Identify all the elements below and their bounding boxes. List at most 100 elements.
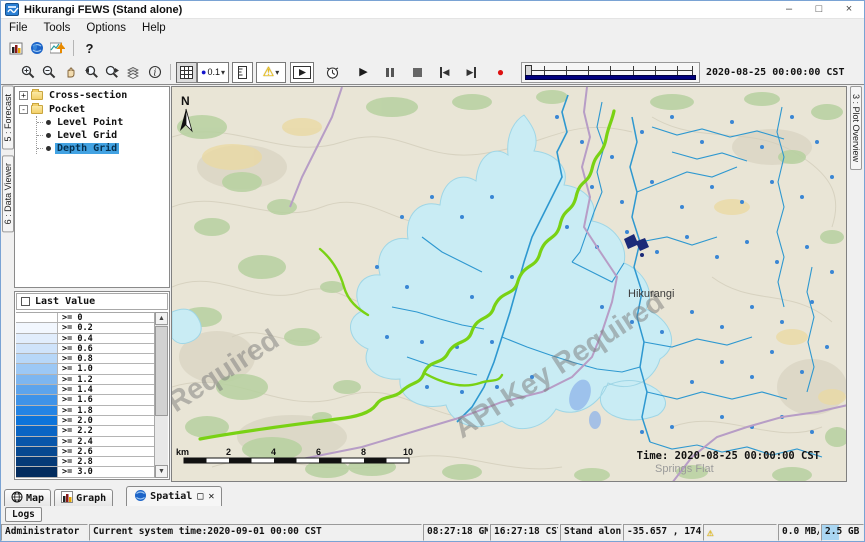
globe-wire-icon	[11, 491, 23, 506]
tab-plot-overview[interactable]: 3 : Plot Overview	[850, 86, 862, 170]
legend-scrollbar[interactable]: ▲ ▼	[154, 312, 168, 478]
menu-tools[interactable]: Tools	[36, 21, 79, 35]
timeline-availability-bar	[525, 75, 696, 80]
left-dock-strip: 5 : Forecast 6 : Data Viewer	[1, 86, 14, 524]
record-icon[interactable]: ●	[490, 62, 511, 83]
status-system-time: Current system time:2020-09-01 00:00 CST	[89, 524, 422, 541]
legend-row: >= 2.0	[16, 416, 154, 426]
tree-node-level-grid[interactable]: Level Grid	[37, 129, 169, 141]
zoom-in-icon[interactable]	[18, 62, 39, 83]
threshold-dropdown[interactable]: ● 0.1 ▾	[197, 62, 229, 83]
legend-row: >= 3.0	[16, 467, 154, 477]
legend-row: >= 1.4	[16, 385, 154, 395]
svg-text:i: i	[153, 68, 156, 78]
animation-player-icon[interactable]	[290, 62, 314, 83]
close-pane-icon[interactable]: ✕	[208, 491, 214, 502]
app-icon	[5, 3, 19, 16]
info-icon[interactable]: i	[144, 62, 165, 83]
collapse-icon[interactable]: -	[19, 105, 28, 114]
skip-to-start-icon[interactable]: ◀	[434, 62, 455, 83]
layer-tree: + Cross-section - Pocket Level Point Lev…	[14, 86, 170, 288]
scroll-down-icon[interactable]: ▼	[155, 465, 168, 478]
logs-panel-button[interactable]: Logs	[5, 507, 42, 522]
legend-row: >= 0.2	[16, 323, 154, 333]
tree-label[interactable]: Cross-section	[47, 90, 129, 101]
tab-graph[interactable]: Graph	[54, 489, 113, 506]
layers-icon[interactable]	[123, 62, 144, 83]
legend-swatch	[16, 416, 58, 425]
legend-ruler-icon[interactable]	[232, 62, 253, 83]
warning-dropdown[interactable]: ⚠ ▾	[256, 62, 286, 83]
zoom-out-icon[interactable]	[39, 62, 60, 83]
tree-node-pocket[interactable]: - Pocket	[15, 103, 169, 115]
zoom-previous-icon[interactable]	[81, 62, 102, 83]
map-toolbar: i ● 0.1 ▾ ⚠ ▾ ▶ ◀ ▶ ●	[1, 60, 864, 85]
status-local-time: 16:27:18 CST	[490, 524, 559, 541]
toolbar-separator	[73, 40, 74, 56]
zoom-next-icon[interactable]	[102, 62, 123, 83]
close-button[interactable]: ×	[834, 1, 864, 19]
status-gmt-time: 08:27:18 GMT	[423, 524, 489, 541]
tree-node-depth-grid[interactable]: Depth Grid	[37, 142, 169, 154]
legend-swatch	[16, 467, 58, 476]
timeline-slider[interactable]	[521, 62, 700, 83]
status-memory: 2.5 GB	[821, 524, 864, 541]
folder-icon	[31, 105, 43, 114]
minimize-button[interactable]: –	[774, 1, 804, 19]
tree-node-cross-section[interactable]: + Cross-section	[15, 89, 169, 101]
legend-swatch	[16, 406, 58, 415]
expand-icon[interactable]: +	[19, 91, 28, 100]
toolbar-separator	[170, 64, 171, 80]
legend-row: >= 1.6	[16, 395, 154, 405]
animation-settings-icon[interactable]	[322, 62, 343, 83]
svg-text:N: N	[181, 94, 190, 108]
spatial-display-icon[interactable]	[47, 38, 68, 59]
last-value-label: Last Value	[35, 296, 95, 307]
pan-icon[interactable]	[60, 62, 81, 83]
svg-text:10: 10	[403, 447, 413, 457]
maximize-button[interactable]: □	[804, 1, 834, 19]
tree-label-selected[interactable]: Depth Grid	[55, 143, 119, 154]
legend-row: >= 2.2	[16, 426, 154, 436]
bullet-icon	[46, 146, 51, 151]
legend-row: >= 0.6	[16, 344, 154, 354]
last-value-checkbox[interactable]	[21, 297, 30, 306]
explorer-icon[interactable]	[5, 38, 26, 59]
status-warning-cell[interactable]: ⚠	[703, 524, 777, 541]
menu-help[interactable]: Help	[134, 21, 174, 35]
grid-toggle-icon[interactable]	[176, 62, 197, 83]
tab-data-viewer[interactable]: 6 : Data Viewer	[2, 155, 14, 232]
last-value-option[interactable]: Last Value	[16, 293, 168, 310]
help-icon[interactable]: ?	[79, 38, 100, 59]
map-view[interactable]: API Key Required API Key Required Hikura…	[171, 86, 847, 482]
scroll-thumb[interactable]	[155, 326, 168, 416]
restore-pane-icon[interactable]: □	[197, 491, 203, 502]
stop-icon[interactable]	[407, 62, 428, 83]
legend-row: >= 0.4	[16, 334, 154, 344]
window-title: Hikurangi FEWS (Stand alone)	[24, 4, 182, 16]
tab-spatial[interactable]: Spatial □ ✕	[126, 486, 222, 506]
globe-icon[interactable]	[26, 38, 47, 59]
tab-map[interactable]: Map	[4, 489, 51, 506]
legend-row: >= 2.6	[16, 447, 154, 457]
legend-swatch	[16, 426, 58, 435]
tree-label[interactable]: Level Point	[55, 117, 125, 128]
legend-row: >= 0.8	[16, 354, 154, 364]
legend-row: >= 1.8	[16, 406, 154, 416]
tree-label[interactable]: Pocket	[47, 104, 87, 115]
skip-to-end-icon[interactable]: ▶	[461, 62, 482, 83]
legend-table: >= 0 >= 0.2 >= 0.4 >= 0.6 >= 0.8 >= 1.0 …	[16, 312, 154, 478]
pause-icon[interactable]	[380, 62, 401, 83]
legend-swatch	[16, 437, 58, 446]
chevron-down-icon: ▾	[221, 68, 225, 77]
tree-label[interactable]: Level Grid	[55, 130, 119, 141]
tab-forecast[interactable]: 5 : Forecast	[2, 86, 14, 150]
menu-options[interactable]: Options	[78, 21, 134, 35]
legend-swatch	[16, 313, 58, 322]
place-label-hikurangi: Hikurangi	[628, 288, 674, 300]
play-icon[interactable]: ▶	[353, 62, 374, 83]
title-bar: Hikurangi FEWS (Stand alone) – □ ×	[1, 1, 864, 19]
menu-file[interactable]: File	[1, 21, 36, 35]
tree-node-level-point[interactable]: Level Point	[37, 116, 169, 128]
scroll-up-icon[interactable]: ▲	[155, 312, 168, 325]
